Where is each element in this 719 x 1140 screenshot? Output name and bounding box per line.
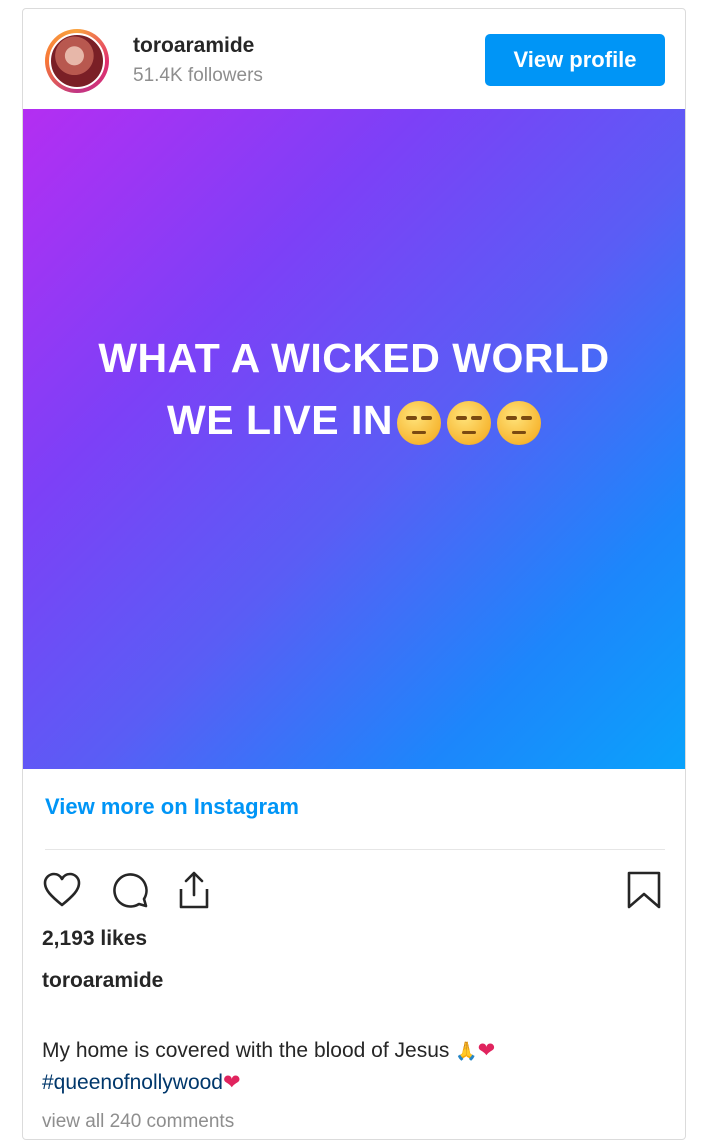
instagram-embed-card: toroaramide 51.4K followers View profile… (22, 8, 686, 1140)
post-image-text: WHAT A WICKED WORLD WE LIVE IN (23, 327, 685, 451)
unamused-face-icon (396, 401, 441, 446)
unamused-face-icon (496, 401, 541, 446)
post-header: toroaramide 51.4K followers View profile (23, 9, 685, 109)
view-all-comments-link[interactable]: view all 240 comments (42, 1111, 234, 1133)
post-caption: My home is covered with the blood of Jes… (42, 1035, 662, 1099)
caption-username[interactable]: toroaramide (42, 969, 163, 993)
post-text-line2-wrap: WE LIVE IN (23, 389, 685, 451)
hashtag-link[interactable]: #queenofnollywood (42, 1071, 223, 1094)
follower-count: 51.4K followers (133, 65, 263, 86)
unamused-face-icon (446, 401, 491, 446)
profile-username[interactable]: toroaramide (133, 34, 254, 58)
comment-bubble-icon[interactable] (109, 869, 151, 911)
share-upload-icon[interactable] (173, 869, 215, 911)
profile-avatar[interactable] (45, 29, 109, 93)
heart-outline-icon[interactable] (41, 869, 83, 911)
praying-hands-icon: 🙏 (455, 1041, 478, 1061)
bookmark-icon[interactable] (623, 869, 665, 911)
red-heart-icon: ❤ (222, 1071, 241, 1094)
view-profile-button[interactable]: View profile (485, 34, 665, 86)
post-text-line1: WHAT A WICKED WORLD (98, 335, 610, 381)
avatar-image (49, 33, 105, 89)
like-count[interactable]: 2,193 likes (42, 927, 147, 951)
red-heart-icon: ❤ (477, 1039, 496, 1062)
divider (45, 849, 665, 850)
unamused-emoji-row (396, 401, 541, 446)
view-more-on-instagram-link[interactable]: View more on Instagram (45, 794, 299, 820)
post-text-line2: WE LIVE IN (167, 397, 393, 443)
post-image[interactable]: WHAT A WICKED WORLD WE LIVE IN (23, 109, 685, 769)
caption-text: My home is covered with the blood of Jes… (42, 1039, 456, 1062)
